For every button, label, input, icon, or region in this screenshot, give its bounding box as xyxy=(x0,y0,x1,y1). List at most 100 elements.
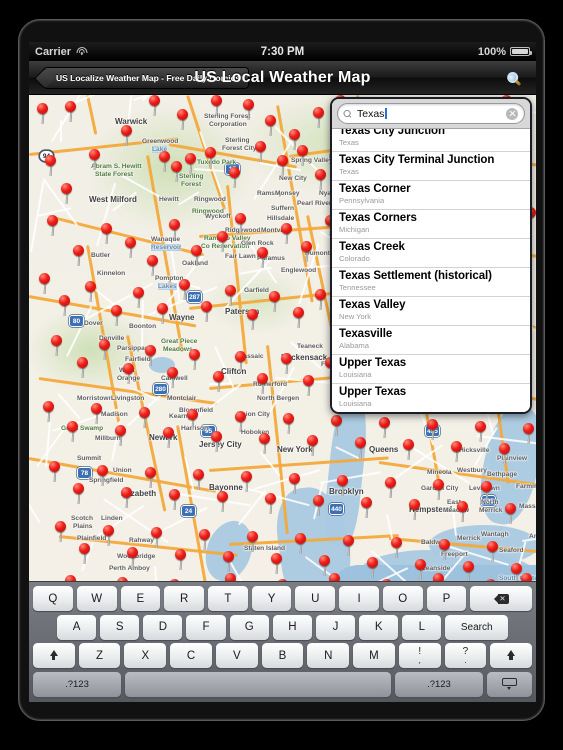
map-pin[interactable] xyxy=(47,215,58,236)
map-pin[interactable] xyxy=(505,503,516,524)
key-l[interactable]: L xyxy=(402,614,442,640)
map-pin[interactable] xyxy=(43,401,54,422)
search-input[interactable]: Texas xyxy=(337,103,525,124)
map-pin[interactable] xyxy=(61,183,72,204)
map-pin[interactable] xyxy=(157,303,168,324)
map-pin[interactable] xyxy=(247,531,258,552)
hide-keyboard-icon[interactable] xyxy=(486,671,532,697)
map-pin[interactable] xyxy=(91,403,102,424)
map-pin[interactable] xyxy=(315,289,326,310)
map-pin[interactable] xyxy=(315,169,326,190)
map-pin[interactable] xyxy=(127,547,138,568)
map-pin[interactable] xyxy=(213,371,224,392)
map-pin[interactable] xyxy=(235,213,246,234)
map-pin[interactable] xyxy=(191,245,202,266)
map-pin[interactable] xyxy=(451,441,462,462)
key-s[interactable]: S xyxy=(100,614,140,640)
map-pin[interactable] xyxy=(439,539,450,560)
map-pin[interactable] xyxy=(55,521,66,542)
map-pin[interactable] xyxy=(241,471,252,492)
map-pin[interactable] xyxy=(391,537,402,558)
map-pin[interactable] xyxy=(257,373,268,394)
map-pin[interactable] xyxy=(277,155,288,176)
search-button[interactable] xyxy=(498,65,532,91)
key-i[interactable]: I xyxy=(339,586,379,612)
key-o[interactable]: O xyxy=(382,586,423,612)
map-pin[interactable] xyxy=(367,557,378,578)
search-result-item[interactable]: Upper Texas Louisiana xyxy=(332,384,530,412)
map-pin[interactable] xyxy=(313,107,324,128)
map-pin[interactable] xyxy=(171,161,182,182)
map-pin[interactable] xyxy=(475,421,486,442)
map-pin[interactable] xyxy=(229,167,240,188)
clear-search-button[interactable] xyxy=(506,107,518,120)
map-pin[interactable] xyxy=(167,367,178,388)
map-pin[interactable] xyxy=(243,99,254,120)
map-pin[interactable] xyxy=(145,345,156,366)
map-pin[interactable] xyxy=(73,483,84,504)
key-p[interactable]: P xyxy=(426,586,467,612)
map-pin[interactable] xyxy=(123,363,134,384)
key-k[interactable]: K xyxy=(359,614,399,640)
map-pin[interactable] xyxy=(499,443,510,464)
map-pin[interactable] xyxy=(211,95,222,116)
search-result-item[interactable]: Texas Corner Pennsylvania xyxy=(332,181,530,210)
map-pin[interactable] xyxy=(79,543,90,564)
map-pin[interactable] xyxy=(457,501,468,522)
map-pin[interactable] xyxy=(211,431,222,452)
key-j[interactable]: J xyxy=(315,614,356,640)
map-pin[interactable] xyxy=(313,495,324,516)
shift-icon-left[interactable] xyxy=(32,643,75,669)
map-pin[interactable] xyxy=(133,287,144,308)
search-result-item[interactable]: Texas City Terminal Junction Texas xyxy=(332,152,530,181)
map-pin[interactable] xyxy=(427,419,438,440)
map-pin[interactable] xyxy=(103,525,114,546)
map-pin[interactable] xyxy=(355,437,366,458)
key-d[interactable]: D xyxy=(143,614,183,640)
map-pin[interactable] xyxy=(379,417,390,438)
map-pin[interactable] xyxy=(289,473,300,494)
map-pin[interactable] xyxy=(51,335,62,356)
map-pin[interactable] xyxy=(177,109,188,130)
key-v[interactable]: V xyxy=(215,643,258,669)
map-pin[interactable] xyxy=(269,291,280,312)
key-h[interactable]: H xyxy=(272,614,312,640)
map-pin[interactable] xyxy=(271,553,282,574)
key-z[interactable]: Z xyxy=(78,643,121,669)
map-pin[interactable] xyxy=(169,489,180,510)
map-pin[interactable] xyxy=(121,487,132,508)
map-pin[interactable] xyxy=(235,351,246,372)
backspace-icon[interactable]: ✕ xyxy=(470,586,532,612)
key-f[interactable]: F xyxy=(186,614,226,640)
map-pin[interactable] xyxy=(159,151,170,172)
key-a[interactable]: A xyxy=(56,614,97,640)
map-pin[interactable] xyxy=(99,339,110,360)
map-pin[interactable] xyxy=(415,559,426,580)
map-pin[interactable] xyxy=(73,245,84,266)
key-e[interactable]: E xyxy=(120,586,161,612)
map-pin[interactable] xyxy=(343,535,354,556)
map-pin[interactable] xyxy=(293,307,304,328)
numeric-key-right[interactable]: .?123 xyxy=(394,671,483,697)
search-result-item[interactable]: Texas Corners Michigan xyxy=(332,210,530,239)
map-pin[interactable] xyxy=(223,551,234,572)
map-pin[interactable] xyxy=(307,435,318,456)
key-u[interactable]: U xyxy=(295,586,336,612)
map-pin[interactable] xyxy=(65,101,76,122)
map-pin[interactable] xyxy=(121,125,132,146)
map-pin[interactable] xyxy=(115,425,126,446)
map-pin[interactable] xyxy=(247,309,258,330)
map-pin[interactable] xyxy=(199,529,210,550)
map-pin[interactable] xyxy=(259,433,270,454)
space-key[interactable] xyxy=(124,671,391,697)
map-pin[interactable] xyxy=(97,465,108,486)
search-results-list[interactable]: Texas City Junction Texas Texas City Termi… xyxy=(332,129,530,412)
map-pin[interactable] xyxy=(77,357,88,378)
search-key[interactable]: Search xyxy=(445,614,509,640)
back-button[interactable]: US Localize Weather Map - Free Daily Com… xyxy=(43,66,250,89)
map-pin[interactable] xyxy=(179,279,190,300)
map-pin[interactable] xyxy=(235,411,246,432)
map-pin[interactable] xyxy=(255,141,266,162)
key-b[interactable]: B xyxy=(261,643,304,669)
map-pin[interactable] xyxy=(163,427,174,448)
